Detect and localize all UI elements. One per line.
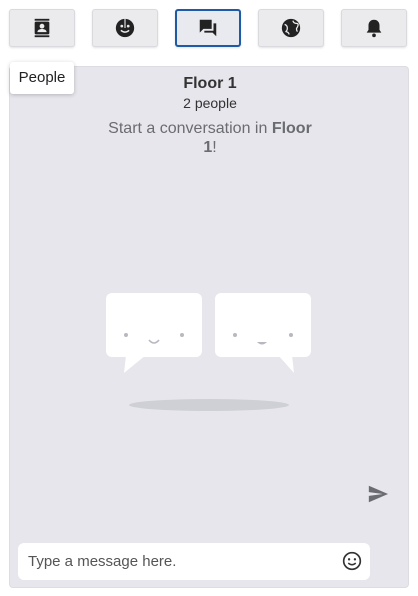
message-input[interactable] <box>18 543 328 580</box>
send-arrow-icon[interactable] <box>367 483 389 505</box>
bell-icon <box>366 19 382 38</box>
member-count: 2 people <box>183 95 237 111</box>
chat-bubbles-icon <box>199 19 217 37</box>
left-speech-bubble <box>106 293 202 373</box>
tab-emoji[interactable] <box>92 9 158 47</box>
illustration-shadow <box>129 399 289 411</box>
tab-notifications[interactable] <box>341 9 407 47</box>
tab-bar <box>0 0 418 56</box>
intro-prefix: Start a conversation in <box>108 120 272 137</box>
chat-panel: Floor 1 2 people Start a conversation in… <box>9 66 409 588</box>
intro-suffix: ! <box>212 139 217 156</box>
tab-people[interactable] <box>9 9 75 47</box>
globe-icon <box>281 18 301 38</box>
emoji-face-icon <box>115 18 135 38</box>
empty-state-message: Start a conversation in Floor 1! <box>105 119 315 157</box>
smiley-icon[interactable] <box>342 551 362 571</box>
tab-chat[interactable] <box>175 9 241 47</box>
message-composer <box>18 543 370 580</box>
tab-globe[interactable] <box>258 9 324 47</box>
contact-book-icon <box>34 18 50 38</box>
tooltip-people: People <box>10 62 74 94</box>
empty-chat-illustration <box>106 293 311 411</box>
right-speech-bubble <box>215 293 311 373</box>
